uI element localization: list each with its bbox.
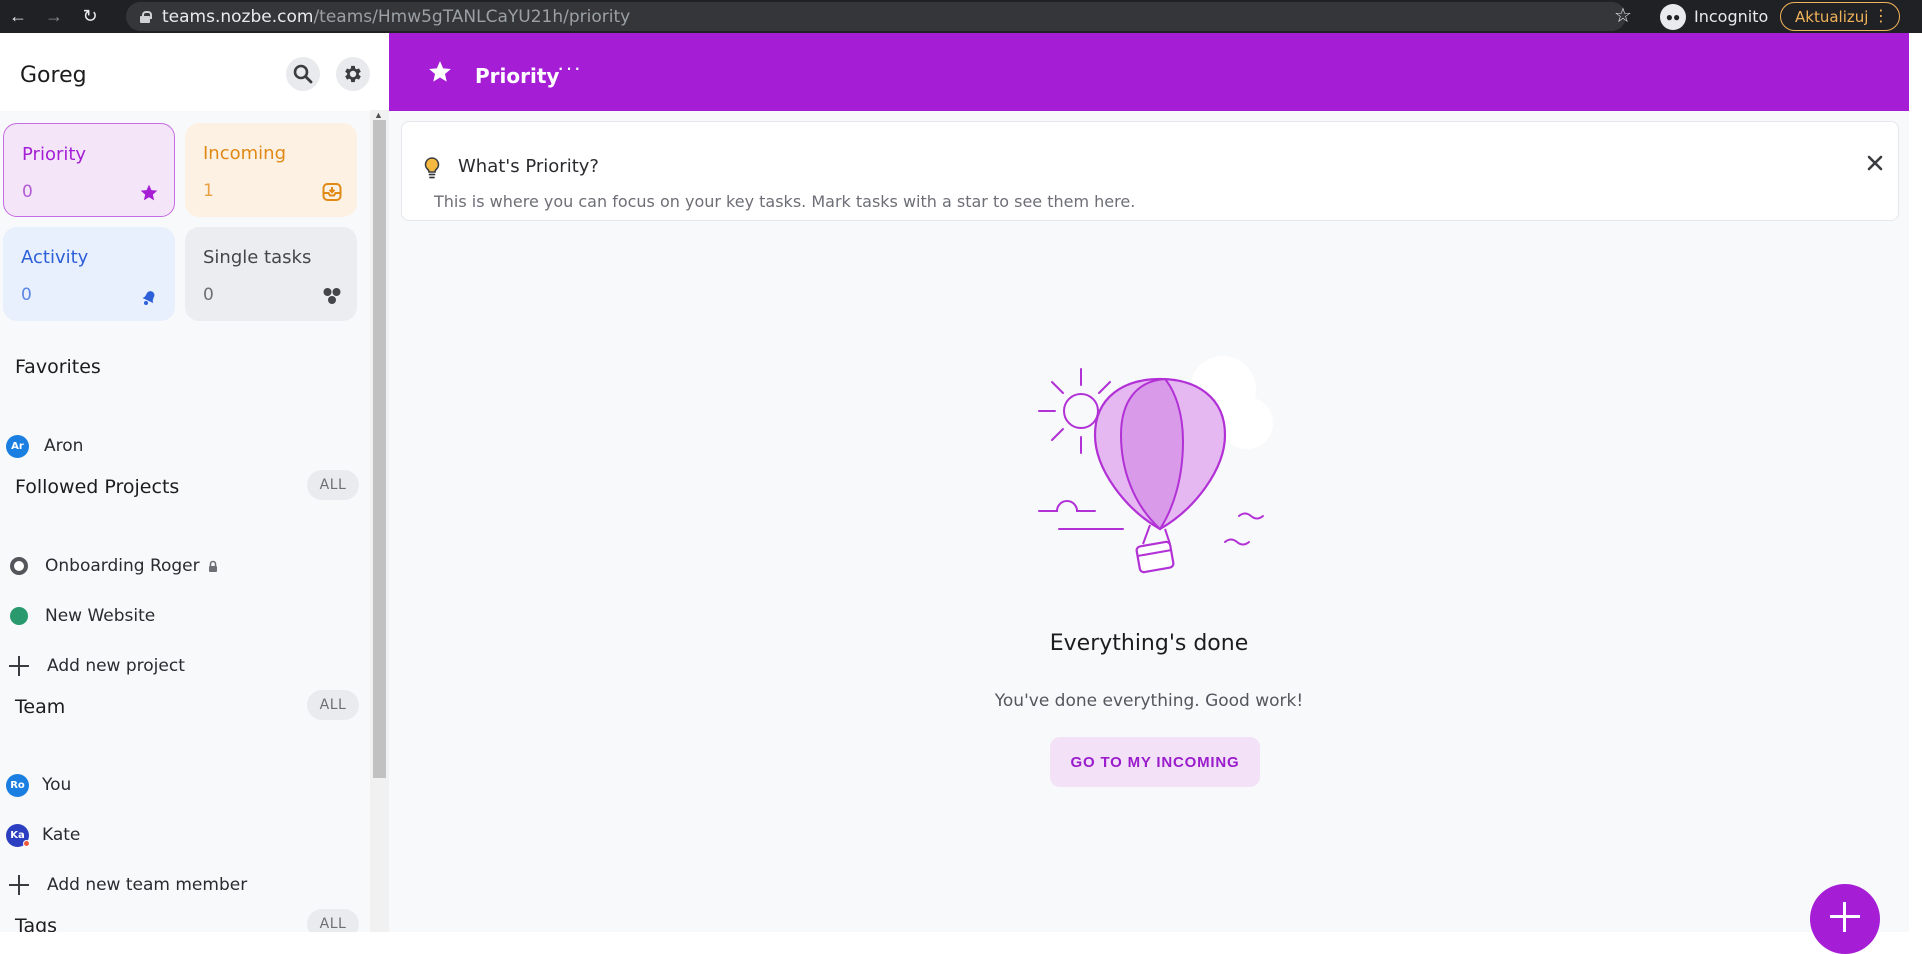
empty-state-subtitle: You've done everything. Good work! (994, 691, 1304, 711)
team-member-item[interactable]: Ro You (0, 765, 368, 805)
browser-toolbar: ← → ↻ teams.nozbe.com/teams/Hmw5gTANLCaY… (0, 0, 1922, 33)
add-task-button[interactable] (1810, 884, 1880, 954)
star-icon (429, 61, 451, 82)
tile-priority[interactable]: Priority 0 (3, 123, 175, 217)
add-team-member-button[interactable]: Add new team member (0, 865, 368, 905)
sidebar-scrollbar[interactable]: ▲ (370, 110, 389, 932)
lock-icon (140, 10, 152, 23)
avatar-initials: Ka (10, 829, 25, 841)
tile-incoming-label: Incoming (203, 143, 286, 164)
tile-single-tasks[interactable]: Single tasks 0 (185, 227, 357, 321)
address-bar[interactable]: teams.nozbe.com/teams/Hmw5gTANLCaYU21h/p… (126, 2, 1626, 31)
team-member-label: Kate (42, 825, 81, 845)
url-path: /teams/Hmw5gTANLCaYU21h/priority (313, 6, 631, 27)
project-item[interactable]: Onboarding Roger (0, 546, 368, 586)
forward-icon[interactable]: → (36, 0, 72, 33)
incognito-icon: ●● (1660, 3, 1686, 30)
empty-state-title: Everything's done (1049, 631, 1249, 656)
back-icon[interactable]: ← (0, 0, 36, 33)
gear-icon (345, 65, 361, 83)
avatar: Ka (6, 823, 30, 847)
tile-incoming[interactable]: Incoming 1 (185, 123, 357, 217)
kebab-menu-icon: ⋮ (1873, 6, 1889, 25)
tags-all-button[interactable]: ALL (307, 909, 359, 932)
tile-incoming-count: 1 (203, 181, 214, 201)
tile-activity-label: Activity (21, 247, 89, 268)
bookmark-star-icon[interactable]: ☆ (1614, 5, 1632, 27)
sidebar: Goreg Priority 0 Incoming 1 Activity 0 S… (0, 33, 370, 932)
tile-activity-count: 0 (21, 285, 32, 305)
sidebar-header: Goreg (0, 33, 370, 111)
more-options-icon[interactable]: ··· (557, 55, 582, 81)
favorites-title: Favorites (15, 356, 101, 378)
favorite-item-label: Aron (44, 436, 84, 456)
page-title: Priority (475, 64, 560, 88)
close-icon (1867, 155, 1883, 171)
scroll-up-icon[interactable]: ▲ (374, 110, 383, 120)
avatar: Ro (6, 773, 29, 797)
balloon-illustration-icon (1038, 356, 1273, 574)
project-item-label: New Website (45, 606, 156, 626)
search-icon (293, 64, 313, 84)
incognito-indicator[interactable]: ●● Incognito (1660, 3, 1768, 30)
lightbulb-icon (424, 157, 440, 179)
project-color-dot (10, 607, 28, 625)
update-label: Aktualizuj (1795, 7, 1869, 26)
plus-icon (8, 874, 30, 896)
info-card: What's Priority? This is where you can f… (401, 121, 1899, 221)
status-dot (23, 839, 30, 847)
team-title: Team (15, 696, 66, 718)
right-edge (1909, 33, 1922, 932)
tags-title: Tags (15, 915, 58, 932)
project-color-dot (10, 557, 28, 575)
bell-icon (139, 285, 161, 307)
project-item[interactable]: New Website (0, 596, 368, 636)
tile-priority-count: 0 (22, 182, 33, 202)
reload-icon[interactable]: ↻ (72, 0, 108, 33)
add-project-label: Add new project (47, 656, 185, 676)
inbox-icon (321, 181, 343, 203)
info-title: What's Priority? (458, 156, 599, 177)
update-button[interactable]: Aktualizuj ⋮ (1780, 2, 1900, 31)
lock-icon (208, 560, 217, 572)
dots-icon (321, 285, 343, 307)
info-text: This is where you can focus on your key … (434, 192, 1136, 211)
add-project-button[interactable]: Add new project (0, 646, 368, 686)
project-item-label: Onboarding Roger (45, 556, 200, 576)
star-icon (138, 182, 160, 204)
page-header: Priority ··· (389, 33, 1909, 111)
tile-priority-label: Priority (22, 144, 87, 165)
main-content: What's Priority? This is where you can f… (389, 111, 1909, 932)
incognito-label: Incognito (1694, 7, 1769, 26)
workspace-name[interactable]: Goreg (20, 63, 87, 88)
tile-activity[interactable]: Activity 0 (3, 227, 175, 321)
avatar: Ar (6, 434, 29, 458)
tile-single-tasks-count: 0 (203, 285, 214, 305)
tile-single-tasks-label: Single tasks (203, 247, 312, 268)
followed-projects-title: Followed Projects (15, 476, 180, 498)
go-to-incoming-button[interactable]: GO TO MY INCOMING (1050, 737, 1260, 787)
team-member-label: You (42, 775, 72, 795)
search-button[interactable] (286, 57, 320, 91)
favorite-item[interactable]: Ar Aron (0, 426, 368, 466)
url-host: teams.nozbe.com (162, 6, 314, 27)
settings-button[interactable] (336, 57, 370, 91)
followed-projects-all-button[interactable]: ALL (307, 470, 359, 500)
close-button[interactable] (1860, 148, 1890, 178)
team-member-item[interactable]: Ka Kate (0, 815, 368, 855)
team-all-button[interactable]: ALL (307, 690, 359, 720)
plus-icon (8, 655, 30, 677)
add-team-member-label: Add new team member (47, 875, 248, 895)
scroll-thumb[interactable] (373, 120, 386, 778)
